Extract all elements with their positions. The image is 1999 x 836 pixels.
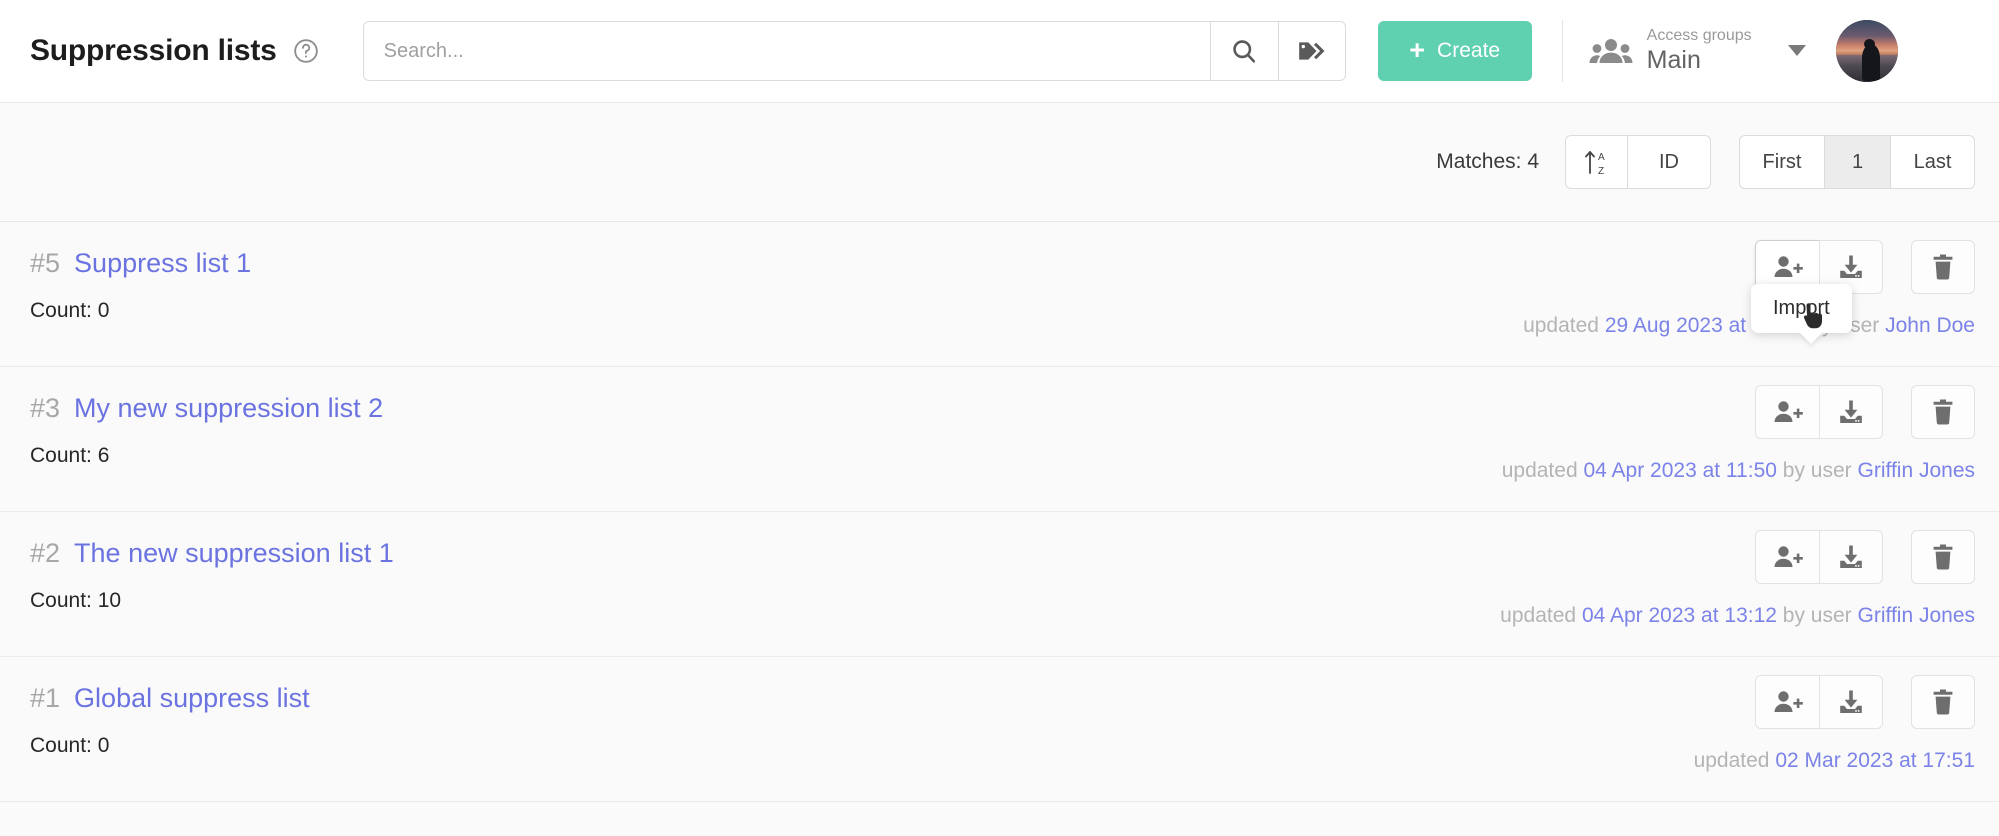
row-title-link[interactable]: My new suppression list 2 — [74, 393, 383, 424]
table-row[interactable]: #3 My new suppression list 2 Count: 6 up… — [0, 367, 1999, 512]
row-updated-date[interactable]: 02 Mar 2023 at 17:51 — [1775, 749, 1975, 772]
sort-direction-button[interactable]: A Z — [1565, 135, 1627, 189]
suppression-list: #5 Suppress list 1 Count: 0 updated 29 A… — [0, 222, 1999, 802]
row-updated-prefix: updated — [1523, 314, 1599, 337]
person-add-icon[interactable] — [1755, 385, 1819, 439]
trash-icon[interactable] — [1911, 675, 1975, 729]
header-divider — [1561, 20, 1563, 82]
row-updated-date[interactable]: 04 Apr 2023 at 13:12 — [1582, 604, 1777, 627]
tags-icon[interactable] — [1277, 21, 1346, 81]
table-row[interactable]: #2 The new suppression list 1 Count: 10 — [0, 512, 1999, 657]
access-groups-label: Access groups — [1646, 27, 1752, 45]
row-updated-prefix: updated — [1693, 749, 1770, 772]
avatar-person-body — [1861, 43, 1881, 81]
search-bar — [362, 21, 1346, 81]
chevron-down-icon[interactable] — [1787, 45, 1806, 57]
row-by-prefix: by user — [1782, 459, 1852, 482]
list-toolbar: Matches: 4 A Z ID First 1 Last Import — [0, 103, 1999, 333]
page-title: Suppression lists — [30, 34, 277, 67]
access-groups-value: Main — [1646, 46, 1701, 75]
matches-count: Matches: 4 — [1436, 150, 1539, 173]
table-row[interactable]: #5 Suppress list 1 Count: 0 updated 29 A… — [0, 222, 1999, 367]
row-user-link[interactable]: John Doe — [1885, 314, 1975, 337]
pagination-first-button[interactable]: First — [1739, 135, 1824, 189]
row-user-link[interactable]: Griffin Jones — [1858, 459, 1976, 482]
row-user-link[interactable]: Griffin Jones — [1858, 604, 1976, 627]
row-id: #2 — [30, 538, 61, 568]
download-icon[interactable] — [1819, 385, 1883, 439]
pagination: First 1 Last — [1739, 135, 1975, 189]
trash-icon[interactable] — [1911, 385, 1975, 439]
person-add-icon[interactable] — [1755, 675, 1819, 729]
download-icon[interactable] — [1819, 530, 1883, 584]
row-id: #1 — [30, 683, 61, 713]
row-meta: updated 04 Apr 2023 at 13:12 by user Gri… — [1500, 604, 1975, 628]
help-circle-icon[interactable] — [293, 38, 319, 64]
row-by-prefix: by user — [1782, 604, 1852, 627]
row-id: #5 — [30, 248, 61, 278]
row-count: Count: 0 — [30, 734, 110, 757]
row-updated-prefix: updated — [1501, 459, 1578, 482]
svg-text:Z: Z — [1598, 166, 1604, 177]
row-action-buttons — [1755, 675, 1975, 729]
row-meta: updated 29 Aug 2023 at 17:30 by user Joh… — [1523, 314, 1975, 338]
trash-icon[interactable] — [1911, 530, 1975, 584]
row-title-link[interactable]: Global suppress list — [74, 683, 310, 714]
pagination-current-page[interactable]: 1 — [1824, 135, 1890, 189]
svg-text:A: A — [1598, 152, 1605, 163]
row-meta: updated 04 Apr 2023 at 11:50 by user Gri… — [1502, 459, 1975, 483]
pagination-last-button[interactable]: Last — [1890, 135, 1975, 189]
create-button-label: Create — [1437, 39, 1501, 62]
row-id: #3 — [30, 393, 61, 423]
sort-field-button[interactable]: ID — [1627, 135, 1711, 189]
row-title-link[interactable]: The new suppression list 1 — [74, 538, 394, 569]
sort-controls: A Z ID — [1565, 135, 1711, 189]
row-title-link[interactable]: Suppress list 1 — [74, 248, 251, 279]
people-group-icon — [1589, 36, 1633, 66]
plus-icon: + — [1409, 34, 1426, 65]
row-meta: updated 02 Mar 2023 at 17:51 — [1694, 749, 1975, 773]
import-tooltip: Import — [1751, 284, 1852, 333]
search-input[interactable] — [362, 21, 1210, 81]
row-updated-date[interactable]: 04 Apr 2023 at 11:50 — [1583, 459, 1776, 482]
person-add-icon[interactable] — [1755, 530, 1819, 584]
table-row[interactable]: #1 Global suppress list Count: 0 updated… — [0, 657, 1999, 802]
row-updated-prefix: updated — [1500, 604, 1577, 627]
search-icon[interactable] — [1209, 21, 1278, 81]
row-action-buttons — [1755, 530, 1975, 584]
trash-icon[interactable] — [1911, 240, 1975, 294]
app-header: Suppression lists + Create — [0, 0, 1999, 103]
download-icon[interactable] — [1819, 675, 1883, 729]
row-action-buttons — [1755, 385, 1975, 439]
user-avatar[interactable] — [1835, 20, 1898, 82]
access-groups-selector[interactable]: Access groups Main — [1589, 27, 1806, 75]
create-button[interactable]: + Create — [1377, 21, 1532, 81]
